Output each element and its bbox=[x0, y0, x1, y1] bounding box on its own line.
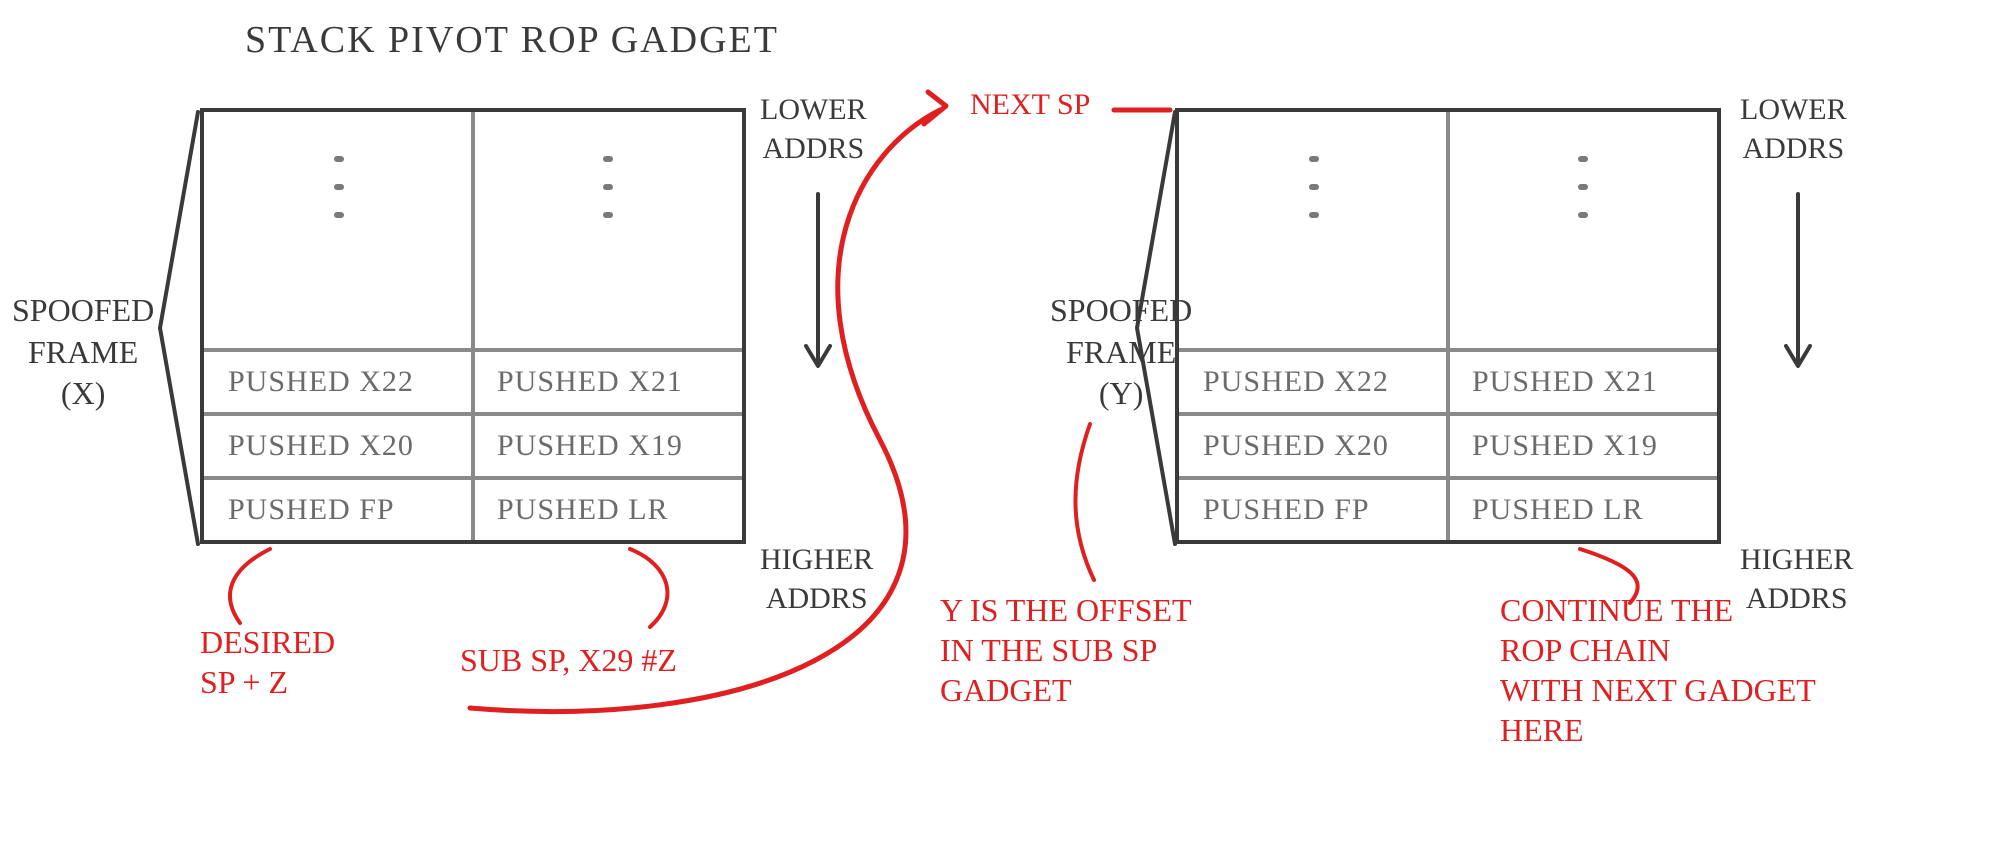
spoofed-frame-y-label: SPOOFED FRAME (Y) bbox=[1050, 290, 1192, 415]
cell: PUSHED X22 bbox=[1179, 352, 1448, 412]
diagram-title: STACK PIVOT ROP GADGET bbox=[245, 18, 779, 62]
big-curve-arrow bbox=[430, 90, 990, 730]
hook-lr-y bbox=[1560, 545, 1700, 615]
lower-addrs-y-label: LOWER ADDRS bbox=[1740, 90, 1847, 168]
spoofed-frame-x-label: SPOOFED FRAME (X) bbox=[12, 290, 154, 415]
frame-y-row-1: PUSHED X20 PUSHED X19 bbox=[1179, 412, 1717, 476]
hook-fp-x bbox=[210, 545, 330, 635]
frame-y-row-2: PUSHED FP PUSHED LR bbox=[1179, 476, 1717, 540]
cell: PUSHED X19 bbox=[1448, 416, 1717, 476]
hook-y-label bbox=[1060, 420, 1140, 590]
frame-y-box: PUSHED X22 PUSHED X21 PUSHED X20 PUSHED … bbox=[1175, 108, 1721, 544]
cell: PUSHED X20 bbox=[1179, 416, 1448, 476]
cell: PUSHED X21 bbox=[1448, 352, 1717, 412]
bracket-x bbox=[150, 108, 200, 548]
frame-y-row-0: PUSHED X22 PUSHED X21 bbox=[1179, 348, 1717, 412]
down-arrow-y bbox=[1780, 190, 1820, 380]
cell: PUSHED FP bbox=[1179, 480, 1448, 540]
next-sp-dash bbox=[1110, 100, 1180, 120]
frame-y-dots bbox=[1179, 156, 1717, 276]
cell: PUSHED LR bbox=[1448, 480, 1717, 540]
